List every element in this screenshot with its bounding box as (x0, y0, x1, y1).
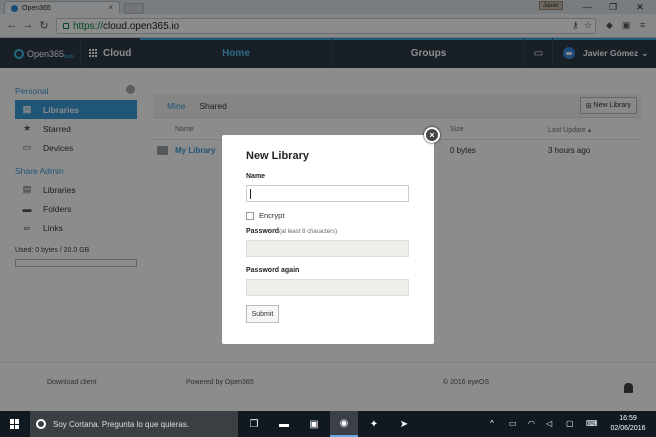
password-field[interactable] (246, 240, 409, 257)
task-view-icon[interactable]: ❐ (240, 411, 268, 437)
chrome-icon[interactable]: ◉ (330, 411, 358, 437)
password-label: Password(at least 8 characters) (246, 228, 410, 235)
name-label: Name (246, 173, 266, 180)
windows-taskbar: Soy Cortana. Pregunta lo que quieras. ❐ … (0, 411, 656, 437)
cortana-placeholder: Soy Cortana. Pregunta lo que quieras. (53, 419, 190, 429)
clock-date: 02/06/2016 (610, 425, 646, 432)
store-icon[interactable]: ▣ (300, 411, 328, 437)
password-again-label: Password again (246, 267, 300, 274)
wifi-icon[interactable]: ◠ (528, 419, 535, 428)
submit-button[interactable]: Submit (246, 305, 279, 323)
chevron-up-icon[interactable]: ^ (490, 419, 494, 428)
cortana-icon (36, 419, 46, 429)
text-caret (250, 189, 251, 199)
close-icon[interactable]: × (424, 127, 440, 143)
encrypt-row: Encrypt (246, 211, 410, 220)
password-hint: (at least 8 characters) (279, 229, 338, 235)
telegram-icon[interactable]: ➤ (390, 411, 418, 437)
dialog-title: New Library (246, 150, 309, 162)
keyboard-icon[interactable]: ⌨ (586, 419, 598, 428)
cortana-search-box[interactable]: Soy Cortana. Pregunta lo que quieras. (30, 411, 238, 437)
library-name-input[interactable] (246, 185, 409, 202)
password-again-field[interactable] (246, 279, 409, 296)
app-bug-icon[interactable]: ✦ (360, 411, 388, 437)
notifications-icon[interactable]: ▢ (566, 419, 574, 428)
new-library-dialog: × New Library Name Encrypt Password(at l… (222, 127, 440, 344)
file-explorer-icon[interactable]: ▬ (270, 411, 298, 437)
battery-icon[interactable]: ▭ (509, 419, 517, 428)
windows-start-icon[interactable] (10, 419, 20, 429)
password-label-text: Password (246, 228, 280, 235)
encrypt-checkbox[interactable] (246, 211, 254, 220)
taskbar-clock[interactable]: 16:59 02/06/2016 (605, 414, 651, 434)
volume-icon[interactable]: ◁ (546, 419, 552, 428)
clock-time: 16:59 (619, 415, 637, 422)
encrypt-label: Encrypt (259, 211, 285, 220)
